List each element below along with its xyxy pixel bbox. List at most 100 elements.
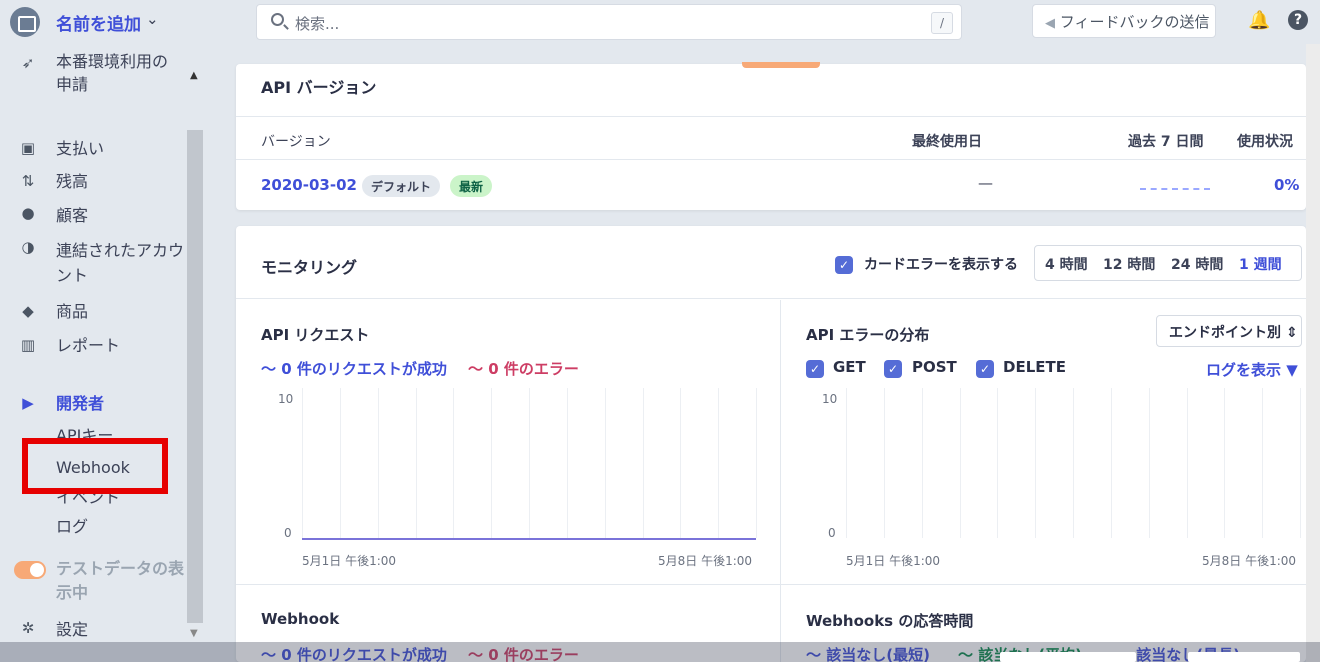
success-legend: 〜 0 件のリクエストが成功	[261, 360, 447, 378]
chevron-down-icon[interactable]: ⌄	[146, 10, 159, 28]
bell-icon[interactable]: 🔔	[1248, 10, 1270, 31]
show-card-errors-checkbox[interactable]: ✓	[835, 256, 853, 274]
filter-icon: ▼	[1286, 361, 1298, 379]
range-12h[interactable]: 12 時間	[1103, 254, 1155, 274]
search-input[interactable]: 検索... /	[256, 4, 962, 40]
post-label: POST	[912, 358, 957, 376]
chart-gridline	[1035, 388, 1037, 538]
scroll-up-arrow-icon[interactable]: ▲	[190, 70, 198, 81]
chart-gridline	[1110, 388, 1112, 538]
customer-icon: ●	[21, 204, 35, 222]
group-by-select[interactable]: エンドポイント別 ⇕	[1156, 315, 1302, 347]
chart-gridline	[680, 388, 682, 538]
usage-value: 0%	[1274, 176, 1300, 194]
view-logs-link[interactable]: ログを表示 ▼	[1206, 359, 1298, 380]
chart-gridline	[1148, 388, 1150, 538]
range-1w[interactable]: 1 週間	[1239, 254, 1282, 274]
y-axis-max: 10	[278, 392, 294, 406]
test-data-toggle[interactable]	[14, 561, 46, 579]
chart-gridline	[642, 388, 644, 538]
x-axis-end: 5月8日 午後1:00	[1202, 554, 1297, 568]
success-legend-text: 0 件のリクエストが成功	[281, 360, 447, 378]
test-data-label-line1: テストデータの表	[56, 559, 185, 578]
latest-badge: 最新	[450, 175, 493, 197]
test-data-label-line2: 示中	[56, 583, 89, 602]
api-requests-title: API リクエスト	[261, 326, 370, 344]
x-axis-start: 5月1日 午後1:00	[846, 554, 941, 568]
range-24h[interactable]: 24 時間	[1171, 254, 1223, 274]
chart-gridline	[718, 388, 720, 538]
overlay-box	[1000, 652, 1136, 662]
divider	[236, 298, 1306, 299]
rocket-icon: ➶	[21, 54, 35, 72]
sparkline	[1140, 188, 1210, 190]
get-checkbox[interactable]: ✓	[806, 360, 824, 378]
chart-gridline	[1300, 388, 1301, 538]
default-badge: デフォルト	[362, 175, 441, 197]
x-axis-start: 5月1日 午後1:00	[302, 554, 397, 568]
scroll-down-arrow-icon[interactable]: ▼	[190, 628, 198, 639]
connect-icon: ◑	[21, 238, 35, 256]
sidebar-item-production-line1[interactable]: 本番環境利用の	[56, 50, 168, 73]
chart-gridline	[453, 388, 455, 538]
chart-gridline	[921, 388, 923, 538]
chart-gridline	[1073, 388, 1074, 538]
store-icon[interactable]	[10, 7, 40, 37]
chart-gridline	[959, 388, 961, 538]
webhook-title: Webhook	[261, 610, 340, 628]
chart-gridline	[997, 388, 999, 538]
api-errors-title: API エラーの分布	[806, 326, 930, 344]
webhook-response-title: Webhooks の応答時間	[806, 612, 974, 630]
sidebar-item-production-line2[interactable]: 申請	[56, 73, 88, 96]
chart-gridline	[756, 388, 757, 538]
chart-gridline	[377, 388, 379, 538]
chart-gridline	[566, 388, 568, 538]
terminal-icon: ▶	[22, 394, 34, 412]
col-last-7-days: 過去 7 日間	[1128, 134, 1204, 150]
view-logs-text: ログを表示	[1206, 361, 1282, 379]
y-axis-min: 0	[284, 526, 292, 540]
sidebar-subitem-logs[interactable]: ログ	[56, 515, 88, 538]
overlay-box	[1188, 652, 1300, 662]
top-bar: 名前を追加 ⌄ 検索... / ◀ フィードバックの送信 🔔 ?	[0, 0, 1320, 44]
product-box-icon: ◆	[22, 302, 34, 320]
sidebar-item-payments[interactable]: 支払い	[56, 137, 104, 160]
divider	[236, 159, 1306, 160]
version-link[interactable]: 2020-03-02	[261, 176, 357, 194]
highlight-box	[22, 438, 168, 494]
gear-icon: ✲	[21, 619, 35, 637]
help-icon[interactable]: ?	[1288, 10, 1308, 30]
sidebar-scrollbar-thumb[interactable]	[187, 130, 203, 623]
delete-checkbox[interactable]: ✓	[976, 360, 994, 378]
range-4h[interactable]: 4 時間	[1045, 254, 1088, 274]
sidebar-item-balance[interactable]: 残高	[56, 170, 88, 193]
orange-tab-marker	[742, 62, 820, 68]
sidebar-item-connected-line2[interactable]: ント	[56, 264, 88, 287]
error-legend-text: 0 件のエラー	[488, 360, 579, 378]
sidebar-item-settings[interactable]: 設定	[56, 618, 88, 641]
chart-gridline	[883, 388, 885, 538]
last-used-value: —	[978, 174, 993, 192]
column-divider	[780, 300, 781, 662]
report-chart-icon: ▥	[20, 336, 36, 354]
divider	[236, 116, 1306, 117]
sidebar-item-reports[interactable]: レポート	[56, 334, 120, 357]
balance-arrows-icon: ⇅	[21, 172, 35, 190]
api-version-title: API バージョン	[261, 78, 377, 97]
chart-gridline	[1262, 388, 1264, 538]
account-name[interactable]: 名前を追加	[56, 10, 141, 35]
chart-gridline	[302, 388, 303, 538]
sidebar-item-developers[interactable]: 開発者	[56, 392, 104, 415]
api-requests-line	[302, 538, 756, 540]
chart-gridline	[415, 388, 417, 538]
chart-gridline	[1186, 388, 1188, 538]
post-checkbox[interactable]: ✓	[884, 360, 902, 378]
delete-label: DELETE	[1003, 358, 1066, 376]
get-label: GET	[833, 358, 866, 376]
sidebar-item-connected-line1[interactable]: 連結されたアカウ	[56, 239, 184, 262]
sidebar-item-customers[interactable]: 顧客	[56, 204, 88, 227]
feedback-button[interactable]: ◀ フィードバックの送信	[1032, 4, 1216, 38]
sidebar-item-products[interactable]: 商品	[56, 300, 88, 323]
x-axis-end: 5月8日 午後1:00	[658, 554, 753, 568]
page-scrollbar[interactable]	[1306, 44, 1320, 662]
